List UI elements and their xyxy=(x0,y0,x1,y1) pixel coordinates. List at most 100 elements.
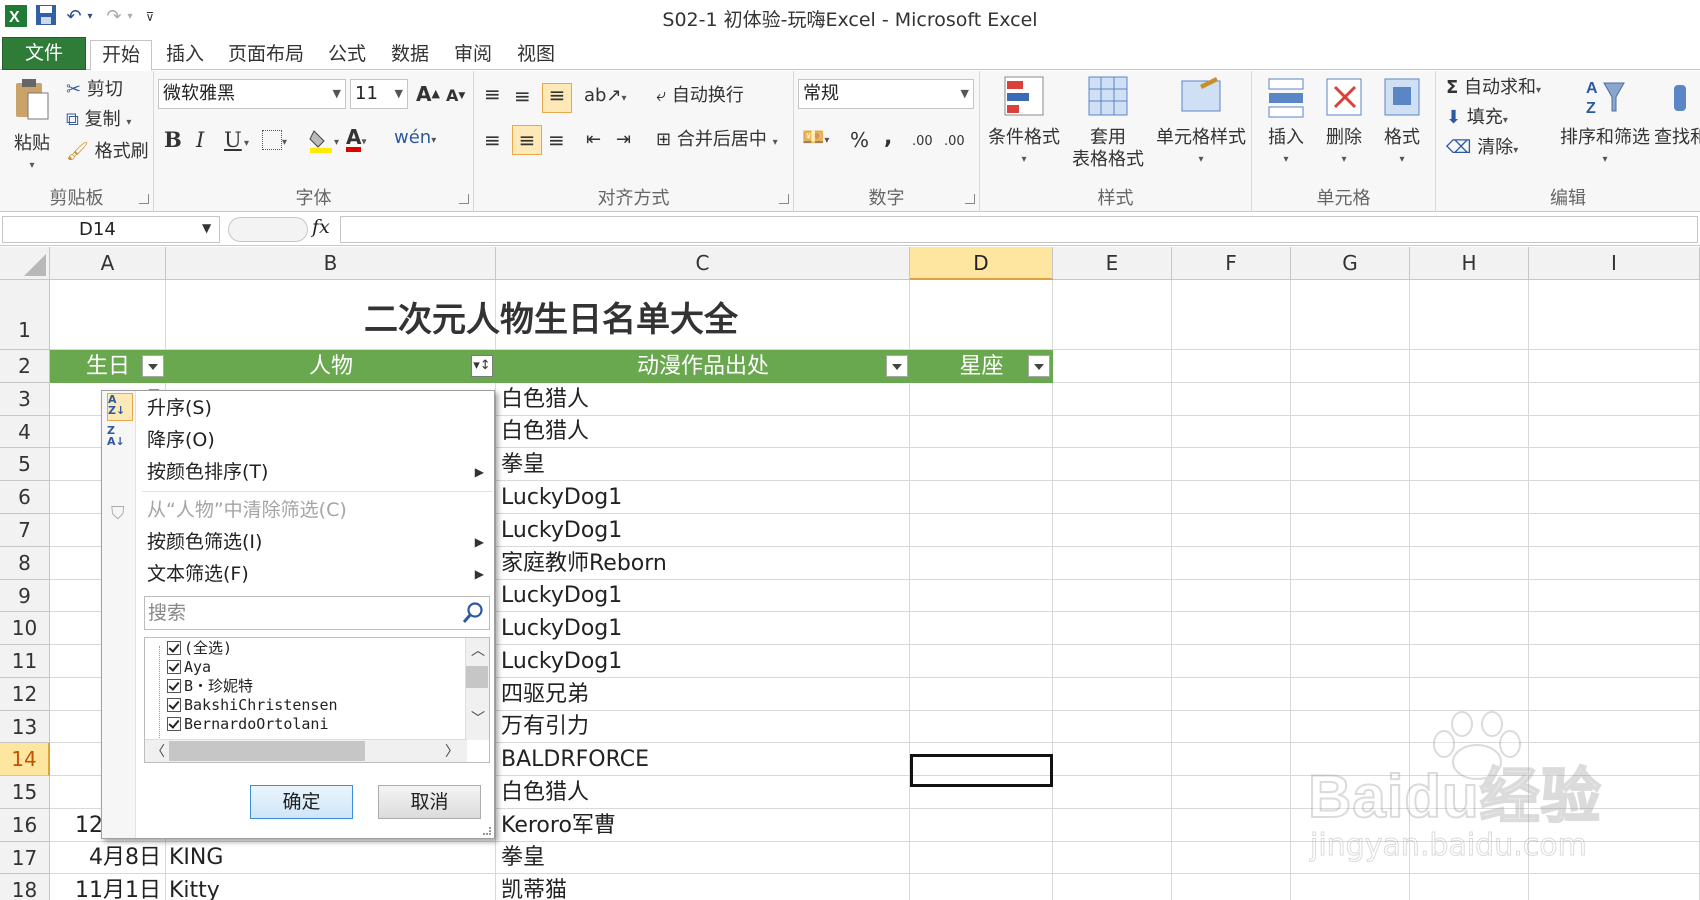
sort-filter-button[interactable]: AZ 排序和筛选 ▾ xyxy=(1560,75,1650,171)
cell-c12[interactable]: 四驱兄弟 xyxy=(501,678,907,711)
tab-page-layout[interactable]: 页面布局 xyxy=(222,40,310,70)
filter-dropdown-character[interactable]: ▾↕ xyxy=(471,355,493,377)
shrink-font-button[interactable]: A▼ xyxy=(446,85,465,107)
copy-button[interactable]: ⧉ 复制 ▾ xyxy=(66,109,131,134)
cell-c14[interactable]: BALDRFORCE xyxy=(501,743,907,776)
delete-cells-button[interactable]: 删除 ▾ xyxy=(1318,75,1370,171)
header-zodiac[interactable]: 星座 xyxy=(910,350,1053,383)
checkbox-checked-icon[interactable] xyxy=(167,679,181,693)
tab-file[interactable]: 文件 xyxy=(2,37,86,70)
select-all-corner[interactable] xyxy=(0,247,50,280)
font-size-select[interactable]: 11 ▼ xyxy=(350,79,408,109)
format-painter-button[interactable]: 🖌 格式刷 xyxy=(66,141,149,163)
cell-c17[interactable]: 拳皇 xyxy=(501,842,907,874)
tab-data[interactable]: 数据 xyxy=(385,40,435,70)
column-header-g[interactable]: G xyxy=(1291,247,1410,280)
scroll-right-icon[interactable]: 〉 xyxy=(445,741,459,761)
align-middle-button[interactable]: ≡ xyxy=(514,85,531,107)
tab-formulas[interactable]: 公式 xyxy=(322,40,372,70)
filter-dropdown-birthday[interactable] xyxy=(142,355,164,377)
horizontal-scroll-thumb[interactable] xyxy=(169,741,365,761)
active-cell-d14[interactable] xyxy=(910,754,1053,787)
row-header-2[interactable]: 2 xyxy=(0,350,50,383)
cell-c16[interactable]: Keroro军曹 xyxy=(501,809,907,842)
align-right-button[interactable]: ≡ xyxy=(548,129,565,151)
cell-c18[interactable]: 凯蒂猫 xyxy=(501,874,907,900)
row-header-9[interactable]: 9 xyxy=(0,580,50,612)
row-header-10[interactable]: 10 xyxy=(0,612,50,645)
name-box-dropdown-icon[interactable]: ▼ xyxy=(202,221,211,235)
filter-dropdown-zodiac[interactable] xyxy=(1028,355,1050,377)
align-left-button[interactable]: ≡ xyxy=(484,129,501,151)
column-header-d[interactable]: D xyxy=(910,247,1053,280)
checkbox-checked-icon[interactable] xyxy=(167,717,181,731)
column-header-i[interactable]: I xyxy=(1529,247,1700,280)
row-header-17[interactable]: 17 xyxy=(0,842,50,874)
cell-c8[interactable]: 家庭教师Reborn xyxy=(501,547,907,580)
row-header-12[interactable]: 12 xyxy=(0,678,50,711)
column-header-e[interactable]: E xyxy=(1053,247,1172,280)
row-header-4[interactable]: 4 xyxy=(0,416,50,448)
formula-bar-splitter[interactable] xyxy=(228,217,308,242)
ok-button[interactable]: 确定 xyxy=(250,785,353,819)
format-cells-button[interactable]: 格式 ▾ xyxy=(1376,75,1428,171)
column-header-a[interactable]: A xyxy=(50,247,166,280)
tab-insert[interactable]: 插入 xyxy=(160,40,210,70)
fill-color-button[interactable]: ▾ xyxy=(308,127,339,154)
cell-c10[interactable]: LuckyDog1 xyxy=(501,612,907,645)
row-header-16[interactable]: 16 xyxy=(0,809,50,842)
vertical-scroll-thumb[interactable] xyxy=(466,666,488,688)
row-header-18[interactable]: 18 xyxy=(0,874,50,900)
cell-c9[interactable]: LuckyDog1 xyxy=(501,580,907,612)
increase-indent-button[interactable]: ⇥ xyxy=(616,129,631,151)
tab-view[interactable]: 视图 xyxy=(511,40,561,70)
paste-button[interactable]: 粘贴 ▾ xyxy=(10,77,54,173)
conditional-format-button[interactable]: 条件格式 ▾ xyxy=(986,75,1062,171)
sheet-title[interactable]: 二次元人物生日名单大全 xyxy=(50,280,1052,350)
fill-button[interactable]: ⬇ 填充▾ xyxy=(1446,107,1508,132)
font-color-button[interactable]: A▾ xyxy=(346,127,367,154)
scroll-down-icon[interactable]: ﹀ xyxy=(471,708,485,728)
filter-checkbox-item[interactable]: BernardoOrtolani xyxy=(167,715,329,734)
filter-search-input[interactable]: 搜索 xyxy=(144,596,490,630)
wrap-text-button[interactable]: ⤶ 自动换行 xyxy=(656,85,744,107)
checkbox-checked-icon[interactable] xyxy=(167,698,181,712)
autosum-button[interactable]: Σ 自动求和▾ xyxy=(1446,77,1541,102)
italic-button[interactable]: I xyxy=(196,129,204,151)
cell-c15[interactable]: 白色猎人 xyxy=(501,776,907,809)
row-header-13[interactable]: 13 xyxy=(0,711,50,743)
filter-checkbox-item[interactable]: BakshiChristensen xyxy=(167,696,338,715)
header-birthday[interactable]: 生日 xyxy=(50,350,166,383)
cell-a18[interactable]: 11月1日 xyxy=(52,874,164,900)
menu-sort-by-color[interactable]: 按颜色排序(T) ▶ xyxy=(136,457,494,487)
align-top-button[interactable]: ≡ xyxy=(484,83,501,105)
column-header-c[interactable]: C xyxy=(496,247,910,280)
cell-c13[interactable]: 万有引力 xyxy=(501,711,907,743)
underline-dropdown-icon[interactable]: ▾ xyxy=(244,133,249,155)
checkbox-checked-icon[interactable] xyxy=(167,660,181,674)
formula-input[interactable] xyxy=(340,216,1698,243)
increase-decimal-button[interactable]: .00 xyxy=(912,131,933,153)
row-header-15[interactable]: 15 xyxy=(0,776,50,809)
phonetic-button[interactable]: wén▾ xyxy=(394,127,436,152)
checkbox-checked-icon[interactable] xyxy=(167,641,181,655)
cell-a17[interactable]: 4月8日 xyxy=(52,842,164,874)
grow-font-button[interactable]: A▲ xyxy=(416,83,440,105)
column-header-f[interactable]: F xyxy=(1172,247,1291,280)
filter-checkbox-item[interactable]: (全选) xyxy=(167,639,232,658)
orientation-button[interactable]: ab↗▾ xyxy=(584,85,627,110)
row-header-14[interactable]: 14 xyxy=(0,743,50,776)
cell-c5[interactable]: 拳皇 xyxy=(501,448,907,481)
menu-filter-by-color[interactable]: 按颜色筛选(I) ▶ xyxy=(136,527,494,557)
align-center-button[interactable]: ≡ xyxy=(512,125,542,155)
row-header-5[interactable]: 5 xyxy=(0,448,50,481)
format-as-table-button[interactable]: 套用 表格格式 xyxy=(1070,75,1146,171)
borders-button[interactable]: ▾ xyxy=(262,129,287,154)
row-header-1[interactable]: 1 xyxy=(0,280,50,350)
filter-checkbox-item[interactable]: Aya xyxy=(167,658,211,677)
cell-c11[interactable]: LuckyDog1 xyxy=(501,645,907,678)
cell-b17[interactable]: KING xyxy=(169,842,495,874)
column-header-h[interactable]: H xyxy=(1410,247,1529,280)
menu-sort-descending[interactable]: 降序(O) xyxy=(136,425,494,455)
find-select-button[interactable]: 查找和 xyxy=(1654,75,1700,149)
